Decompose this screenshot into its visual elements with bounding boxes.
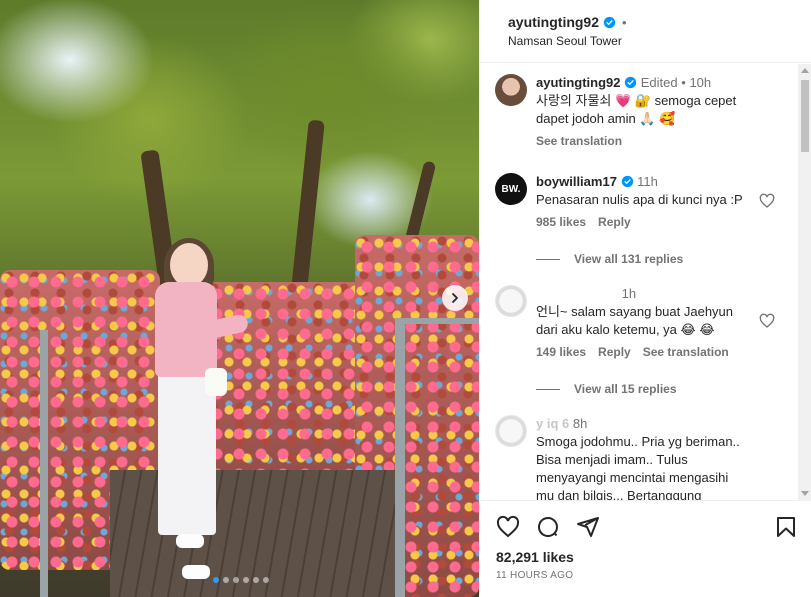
verified-badge-icon (624, 76, 637, 89)
person-bag (205, 368, 227, 396)
reply-button[interactable]: Reply (598, 345, 631, 359)
edited-label: Edited (640, 75, 678, 90)
author-username[interactable]: ayutingting92 (508, 14, 599, 30)
railing-post (40, 330, 48, 597)
carousel-indicator (213, 577, 269, 583)
see-translation-link[interactable]: See translation (643, 345, 729, 359)
caption-dot: • (681, 75, 686, 90)
view-replies-label: View all 131 replies (574, 252, 684, 266)
carousel-dot (233, 577, 239, 583)
view-replies-button[interactable]: View all 15 replies (536, 382, 677, 396)
railing-bar (395, 318, 479, 324)
comment-icon[interactable] (536, 515, 560, 539)
post-sidebar: ayutingting92 • Namsan Seoul Tower ayuti… (479, 0, 811, 597)
carousel-dot (253, 577, 259, 583)
comments-scrollbar[interactable] (798, 64, 811, 500)
commenter-username[interactable]: boywilliam17 (536, 174, 617, 189)
comment-likes[interactable]: 149 likes (536, 345, 586, 359)
carousel-dot (243, 577, 249, 583)
view-replies-button[interactable]: View all 131 replies (536, 252, 683, 266)
carousel-dot (223, 577, 229, 583)
comment-text-line: menyayangi mencintai mengasihi (536, 470, 729, 485)
comment-likes[interactable]: 985 likes (536, 215, 586, 229)
comment-text-line: 언니~ salam sayang buat Jaehyun (536, 304, 734, 319)
comment-text-line: Smoga jodohmu.. Pria yg beriman.. (536, 434, 740, 449)
person-face (170, 243, 208, 287)
person-shoe (182, 565, 210, 579)
carousel-dot (213, 577, 219, 583)
view-replies-label: View all 15 replies (574, 382, 677, 396)
post-likes-count[interactable]: 82,291 likes (496, 549, 574, 565)
tree-trunk (291, 119, 325, 291)
scroll-down-arrow-icon[interactable] (801, 491, 809, 496)
caption-username[interactable]: ayutingting92 (536, 75, 621, 90)
caption-text-line: 사랑의 자물쇠 💗 🔐 semoga cepet (536, 93, 737, 108)
comment-text-line: Bisa menjadi imam.. Tulus (536, 452, 688, 467)
comment-time[interactable]: 8h (573, 416, 587, 431)
post-location[interactable]: Namsan Seoul Tower (508, 34, 811, 48)
carousel-dot (263, 577, 269, 583)
comment-text-line: mu dan bilqis... Bertanggung (536, 488, 702, 500)
commenter-avatar[interactable]: BW. (495, 173, 527, 205)
comment-time[interactable]: 11h (637, 174, 658, 189)
railing-post (395, 318, 405, 597)
scroll-up-arrow-icon[interactable] (801, 68, 809, 73)
comment-time[interactable]: 1h (622, 286, 636, 301)
follow-separator: • (622, 14, 627, 30)
caption-time[interactable]: 10h (689, 75, 711, 90)
post-modal: ayutingting92 • Namsan Seoul Tower ayuti… (0, 0, 811, 597)
next-photo-button[interactable] (442, 285, 468, 311)
replies-divider (536, 388, 560, 390)
heart-icon[interactable] (759, 313, 775, 329)
author-avatar[interactable] (495, 74, 527, 106)
comment-text: Penasaran nulis apa di kunci nya :P (536, 192, 743, 207)
avatar-initials: BW. (501, 183, 521, 195)
commenter-avatar[interactable] (495, 285, 527, 317)
heart-icon[interactable] (496, 515, 520, 539)
chevron-right-icon (452, 293, 458, 303)
post-timestamp[interactable]: 11 HOURS AGO (496, 570, 573, 581)
post-header: ayutingting92 • Namsan Seoul Tower (480, 0, 811, 63)
share-icon[interactable] (576, 515, 600, 539)
heart-icon[interactable] (759, 193, 775, 209)
comment-text-line: dari aku kalo ketemu, ya 😂 😂 (536, 322, 715, 337)
love-locks-center (205, 282, 365, 502)
see-translation-link[interactable]: See translation (536, 134, 622, 148)
reply-button[interactable]: Reply (598, 215, 631, 229)
post-actions: 82,291 likes 11 HOURS AGO (480, 500, 811, 597)
person-shoe (176, 534, 204, 548)
scrollbar-thumb[interactable] (801, 80, 809, 152)
replies-divider (536, 258, 560, 260)
commenter-avatar[interactable] (495, 415, 527, 447)
bookmark-icon[interactable] (774, 515, 798, 539)
commenter-username[interactable]: y iq 6 (536, 416, 569, 431)
post-photo[interactable] (0, 0, 479, 597)
verified-badge-icon (621, 175, 633, 188)
comments-list[interactable]: ayutingting92 Edited • 10h 사랑의 자물쇠 💗 🔐 s… (480, 64, 798, 500)
caption-text-line: dapet jodoh amin 🙏🏻 🥰 (536, 111, 676, 126)
verified-badge-icon (603, 16, 616, 28)
